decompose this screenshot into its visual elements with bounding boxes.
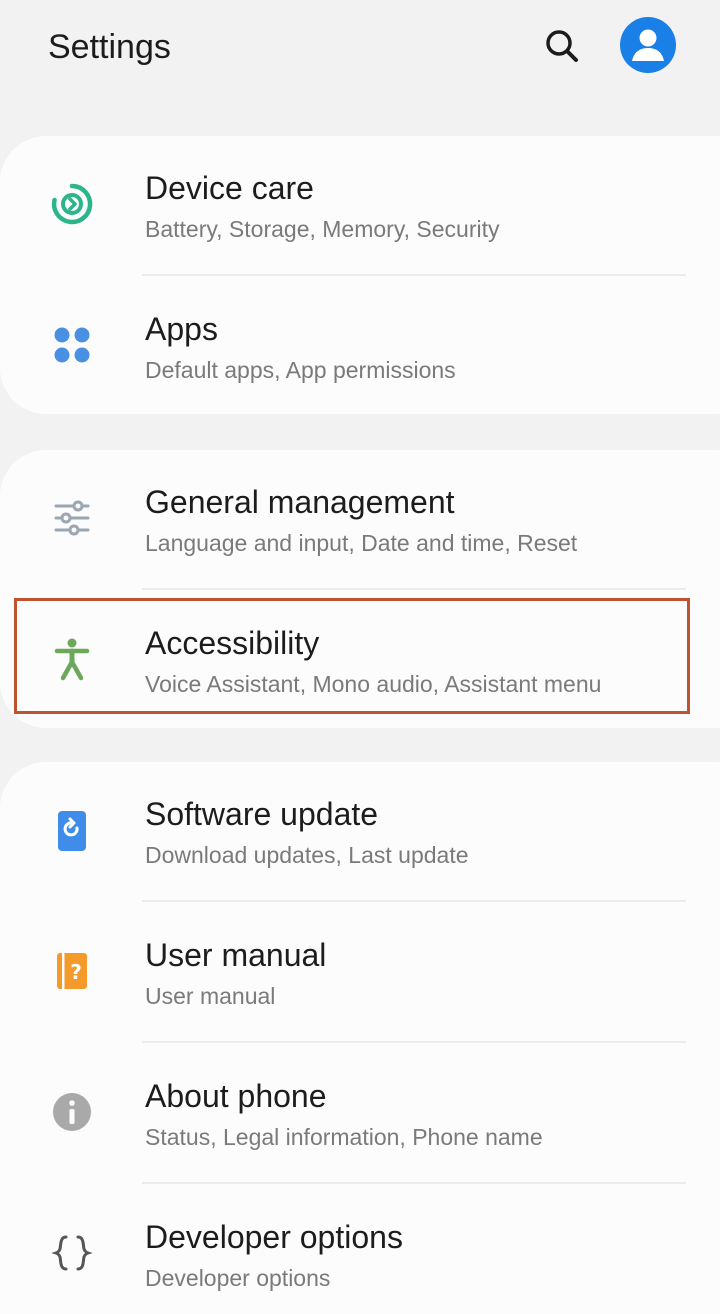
item-subtitle: Language and input, Date and time, Reset bbox=[145, 530, 578, 556]
settings-item-software-update[interactable]: Software update Download updates, Last u… bbox=[0, 762, 720, 902]
item-title: Software update bbox=[145, 796, 379, 832]
settings-item-user-manual[interactable]: ? User manual User manual bbox=[0, 903, 720, 1043]
settings-item-developer-options[interactable]: Developer options Developer options bbox=[0, 1185, 720, 1314]
divider bbox=[142, 900, 686, 902]
settings-item-device-care[interactable]: Device care Battery, Storage, Memory, Se… bbox=[0, 136, 720, 276]
settings-group-3: Software update Download updates, Last u… bbox=[0, 762, 720, 1314]
item-subtitle: User manual bbox=[145, 983, 276, 1009]
item-subtitle: Developer options bbox=[145, 1265, 331, 1291]
divider bbox=[142, 1182, 686, 1184]
settings-item-apps[interactable]: Apps Default apps, App permissions bbox=[0, 277, 720, 417]
device-care-icon bbox=[44, 176, 100, 232]
app-bar: Settings bbox=[0, 0, 720, 100]
item-title: Accessibility bbox=[145, 625, 320, 661]
software-update-icon bbox=[44, 802, 100, 858]
divider bbox=[142, 588, 686, 590]
item-subtitle: Voice Assistant, Mono audio, Assistant m… bbox=[145, 671, 602, 697]
divider bbox=[142, 1041, 686, 1043]
search-button[interactable] bbox=[538, 22, 586, 70]
item-subtitle: Default apps, App permissions bbox=[145, 357, 456, 383]
settings-screen: Settings Device care Battery, Storage, M… bbox=[0, 0, 720, 1314]
sliders-icon bbox=[44, 490, 100, 546]
item-title: Developer options bbox=[145, 1219, 403, 1255]
item-title: User manual bbox=[145, 937, 327, 973]
divider bbox=[142, 274, 686, 276]
item-subtitle: Download updates, Last update bbox=[145, 842, 469, 868]
settings-item-about-phone[interactable]: About phone Status, Legal information, P… bbox=[0, 1044, 720, 1184]
developer-options-icon bbox=[44, 1225, 100, 1281]
settings-group-2: General management Language and input, D… bbox=[0, 450, 720, 728]
apps-icon bbox=[44, 317, 100, 373]
item-title: General management bbox=[145, 484, 455, 520]
page-title: Settings bbox=[48, 28, 171, 66]
item-title: About phone bbox=[145, 1078, 327, 1114]
item-subtitle: Battery, Storage, Memory, Security bbox=[145, 216, 500, 242]
item-title: Device care bbox=[145, 170, 314, 206]
user-manual-icon: ? bbox=[44, 943, 100, 999]
search-icon bbox=[546, 30, 578, 62]
svg-text:?: ? bbox=[70, 960, 82, 984]
item-subtitle: Status, Legal information, Phone name bbox=[145, 1124, 543, 1150]
account-icon bbox=[632, 29, 664, 61]
settings-item-general-management[interactable]: General management Language and input, D… bbox=[0, 450, 720, 590]
item-title: Apps bbox=[145, 311, 218, 347]
settings-item-accessibility[interactable]: Accessibility Voice Assistant, Mono audi… bbox=[0, 591, 720, 731]
accessibility-icon bbox=[44, 631, 100, 687]
account-button[interactable] bbox=[620, 17, 676, 73]
info-icon bbox=[44, 1084, 100, 1140]
settings-group-1: Device care Battery, Storage, Memory, Se… bbox=[0, 136, 720, 414]
